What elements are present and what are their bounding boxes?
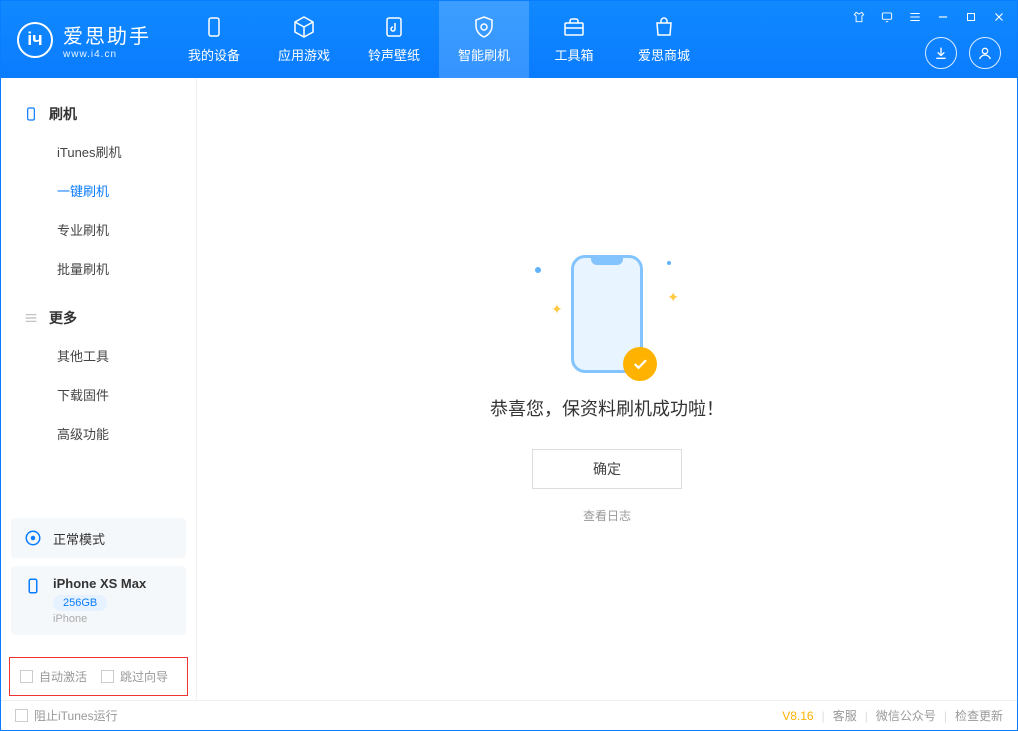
checkbox-icon bbox=[15, 709, 28, 722]
header: iч 爱思助手 www.i4.cn 我的设备 应用游戏 铃声壁纸 智能刷机 bbox=[1, 1, 1017, 78]
main-content: ✦ ✦ 恭喜您，保资料刷机成功啦！ 确定 查看日志 bbox=[197, 78, 1017, 700]
header-round-buttons bbox=[925, 37, 1001, 69]
tab-my-device[interactable]: 我的设备 bbox=[169, 1, 259, 78]
shield-refresh-icon bbox=[472, 15, 496, 39]
sidebar-item-itunes-flash[interactable]: iTunes刷机 bbox=[1, 132, 196, 171]
phone-icon bbox=[202, 15, 226, 39]
sidebar-section-more: 更多 bbox=[1, 300, 196, 336]
music-file-icon bbox=[382, 15, 406, 39]
version-label: V8.16 bbox=[782, 709, 813, 723]
app-name: 爱思助手 bbox=[63, 20, 151, 49]
sidebar-item-advanced[interactable]: 高级功能 bbox=[1, 414, 196, 453]
success-illustration: ✦ ✦ bbox=[571, 255, 643, 373]
success-message: 恭喜您，保资料刷机成功啦！ bbox=[490, 395, 724, 421]
tab-smart-flash[interactable]: 智能刷机 bbox=[439, 1, 529, 78]
sidebar-item-oneclick-flash[interactable]: 一键刷机 bbox=[1, 171, 196, 210]
device-card[interactable]: iPhone XS Max 256GB iPhone bbox=[11, 566, 186, 635]
app-window: iч 爱思助手 www.i4.cn 我的设备 应用游戏 铃声壁纸 智能刷机 bbox=[0, 0, 1018, 731]
tab-store[interactable]: 爱思商城 bbox=[619, 1, 709, 78]
sidebar-section-flash: 刷机 bbox=[1, 96, 196, 132]
view-log-link[interactable]: 查看日志 bbox=[583, 507, 631, 524]
star-icon: ✦ bbox=[551, 301, 563, 318]
maximize-button[interactable] bbox=[961, 7, 981, 27]
star-icon: ✦ bbox=[667, 289, 679, 306]
device-name: iPhone XS Max bbox=[53, 576, 146, 591]
body: 刷机 iTunes刷机 一键刷机 专业刷机 批量刷机 更多 其他工具 下载固件 … bbox=[1, 78, 1017, 700]
phone-outline-icon bbox=[23, 106, 39, 122]
device-panel: 正常模式 iPhone XS Max 256GB iPhone bbox=[1, 518, 196, 653]
sidebar: 刷机 iTunes刷机 一键刷机 专业刷机 批量刷机 更多 其他工具 下载固件 … bbox=[1, 78, 197, 700]
feedback-icon[interactable] bbox=[877, 7, 897, 27]
device-mode-card[interactable]: 正常模式 bbox=[11, 518, 186, 558]
sidebar-item-other-tools[interactable]: 其他工具 bbox=[1, 336, 196, 375]
checkbox-skip-guide[interactable]: 跳过向导 bbox=[101, 668, 168, 685]
tab-apps-games[interactable]: 应用游戏 bbox=[259, 1, 349, 78]
options-highlight: 自动激活 跳过向导 bbox=[9, 657, 188, 696]
checkbox-stop-itunes[interactable]: 阻止iTunes运行 bbox=[15, 707, 118, 724]
minimize-button[interactable] bbox=[933, 7, 953, 27]
download-button[interactable] bbox=[925, 37, 957, 69]
cube-icon bbox=[292, 15, 316, 39]
sparkle-icon bbox=[535, 267, 541, 273]
close-button[interactable] bbox=[989, 7, 1009, 27]
tab-toolbox[interactable]: 工具箱 bbox=[529, 1, 619, 78]
sidebar-item-download-firmware[interactable]: 下载固件 bbox=[1, 375, 196, 414]
footer-link-support[interactable]: 客服 bbox=[833, 707, 857, 724]
logo-icon: iч bbox=[17, 22, 53, 58]
ok-button[interactable]: 确定 bbox=[532, 449, 682, 489]
footer-link-update[interactable]: 检查更新 bbox=[955, 707, 1003, 724]
toolbox-icon bbox=[562, 15, 586, 39]
checkbox-icon bbox=[101, 670, 114, 683]
sparkle-icon bbox=[667, 261, 671, 265]
device-mode-label: 正常模式 bbox=[53, 529, 105, 548]
check-badge-icon bbox=[623, 347, 657, 381]
sidebar-item-batch-flash[interactable]: 批量刷机 bbox=[1, 249, 196, 288]
checkbox-icon bbox=[20, 670, 33, 683]
footer-link-wechat[interactable]: 微信公众号 bbox=[876, 707, 936, 724]
footer: 阻止iTunes运行 V8.16 | 客服 | 微信公众号 | 检查更新 bbox=[1, 700, 1017, 730]
app-site: www.i4.cn bbox=[63, 49, 151, 60]
user-button[interactable] bbox=[969, 37, 1001, 69]
logo: iч 爱思助手 www.i4.cn bbox=[1, 1, 169, 78]
checkbox-auto-activate[interactable]: 自动激活 bbox=[20, 668, 87, 685]
mode-icon bbox=[23, 528, 43, 548]
tab-ringtone-wallpaper[interactable]: 铃声壁纸 bbox=[349, 1, 439, 78]
sidebar-item-pro-flash[interactable]: 专业刷机 bbox=[1, 210, 196, 249]
device-storage: 256GB bbox=[53, 595, 107, 611]
menu-icon[interactable] bbox=[905, 7, 925, 27]
device-phone-icon bbox=[23, 576, 43, 596]
device-type: iPhone bbox=[53, 613, 146, 625]
shirt-icon[interactable] bbox=[849, 7, 869, 27]
bag-icon bbox=[652, 15, 676, 39]
list-icon bbox=[23, 310, 39, 326]
top-tabs: 我的设备 应用游戏 铃声壁纸 智能刷机 工具箱 爱思商城 bbox=[169, 1, 709, 78]
